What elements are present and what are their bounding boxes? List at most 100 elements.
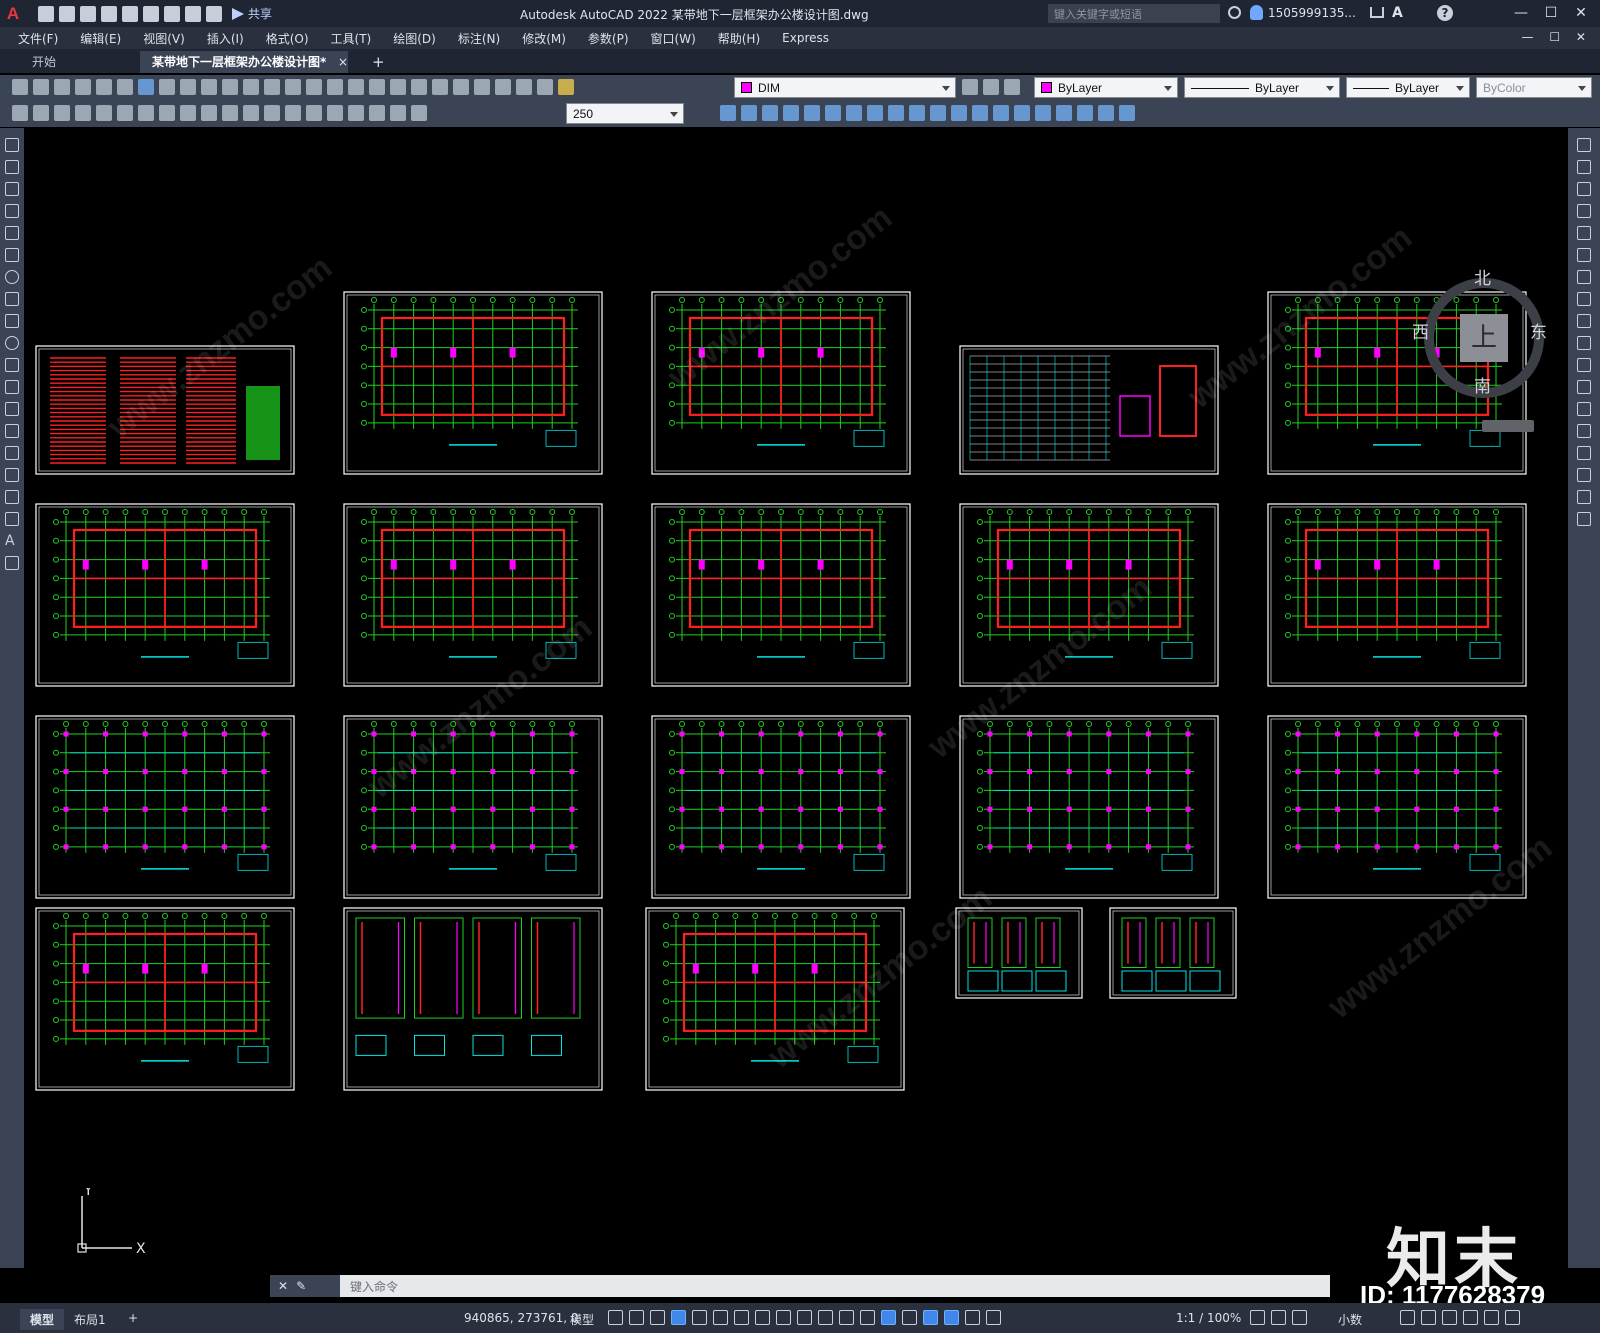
dim-update-icon[interactable]	[411, 105, 427, 121]
qnew-icon[interactable]	[12, 79, 28, 95]
modify-icon-5[interactable]	[804, 105, 820, 121]
modify-icon-16[interactable]	[1035, 105, 1051, 121]
menu-file[interactable]: 文件(F)	[18, 30, 58, 47]
cart-icon[interactable]	[1370, 7, 1384, 18]
modify-icon-10[interactable]	[909, 105, 925, 121]
user-icon[interactable]	[1250, 5, 1263, 20]
3d-osnap-icon[interactable]	[860, 1310, 875, 1325]
compass-south[interactable]: 南	[1474, 372, 1491, 397]
polyline-icon[interactable]	[5, 182, 19, 196]
array-icon[interactable]	[1577, 226, 1591, 240]
menu-parametric[interactable]: 参数(P)	[588, 30, 629, 47]
viewcube-top-face[interactable]: 上	[1460, 314, 1508, 362]
stretch-icon[interactable]	[1577, 314, 1591, 328]
minimize-button[interactable]: —	[1510, 3, 1532, 23]
hatch-icon[interactable]	[5, 446, 19, 460]
layer-properties-icon[interactable]	[537, 79, 553, 95]
modify-icon-4[interactable]	[783, 105, 799, 121]
trim-icon[interactable]	[1577, 336, 1591, 350]
modify-icon-6[interactable]	[825, 105, 841, 121]
fillet-icon[interactable]	[1577, 468, 1591, 482]
mirror-icon[interactable]	[1577, 182, 1591, 196]
explode-icon[interactable]	[1577, 512, 1591, 526]
spline-icon[interactable]	[5, 314, 19, 328]
wcs-menu[interactable]	[1482, 420, 1534, 432]
help-icon[interactable]: ?	[1437, 5, 1453, 21]
redo-icon[interactable]	[285, 79, 301, 95]
dim-space-icon[interactable]	[243, 105, 259, 121]
modify-icon-20[interactable]	[1119, 105, 1135, 121]
isolate-objects-icon[interactable]	[1442, 1310, 1457, 1325]
menu-view[interactable]: 视图(V)	[143, 30, 185, 47]
share-button[interactable]: 共享	[232, 5, 272, 22]
menu-express[interactable]: Express	[782, 31, 829, 45]
join-icon[interactable]	[1577, 424, 1591, 438]
save-web-icon[interactable]	[143, 5, 159, 22]
chamfer-icon[interactable]	[1577, 446, 1591, 460]
plotstyle-dropdown[interactable]: ByColor	[1476, 77, 1592, 98]
quick-properties-icon[interactable]	[1400, 1310, 1415, 1325]
selection-cycling-icon[interactable]	[839, 1310, 854, 1325]
customize-icon[interactable]	[1505, 1310, 1520, 1325]
inspection-icon[interactable]	[327, 105, 343, 121]
open-icon[interactable]	[59, 5, 75, 22]
modify-icon-11[interactable]	[930, 105, 946, 121]
compass-east[interactable]: 东	[1530, 318, 1547, 343]
modify-icon-18[interactable]	[1077, 105, 1093, 121]
dim-scale-dropdown[interactable]: 250	[566, 103, 684, 124]
blend-curves-icon[interactable]	[1577, 490, 1591, 504]
gizmo-icon[interactable]	[923, 1310, 938, 1325]
construction-line-icon[interactable]	[5, 160, 19, 174]
lineweight-dropdown[interactable]: ByLayer	[1346, 77, 1470, 98]
close-icon[interactable]: ✕	[278, 1279, 288, 1293]
save-icon[interactable]	[54, 79, 70, 95]
menu-format[interactable]: 格式(O)	[266, 30, 309, 47]
gradient-icon[interactable]	[5, 468, 19, 482]
point-icon[interactable]	[5, 424, 19, 438]
block-editor-icon[interactable]	[243, 79, 259, 95]
lock-ui-icon[interactable]	[1421, 1310, 1436, 1325]
ellipse-icon[interactable]	[5, 336, 19, 350]
annotation-monitor-icon[interactable]	[1271, 1310, 1286, 1325]
rotate-icon[interactable]	[1577, 270, 1591, 284]
insert-block-icon[interactable]	[5, 380, 19, 394]
paste-icon[interactable]	[201, 79, 217, 95]
match-properties-icon[interactable]	[222, 79, 238, 95]
properties-icon[interactable]	[390, 79, 406, 95]
menu-dimension[interactable]: 标注(N)	[458, 30, 500, 47]
zoom-realtime-icon[interactable]	[327, 79, 343, 95]
diameter-icon[interactable]	[138, 105, 154, 121]
dynamic-input-icon[interactable]	[671, 1310, 686, 1325]
autodesk-app-icon[interactable]: A	[1392, 5, 1403, 21]
grid-icon[interactable]	[608, 1310, 623, 1325]
dynamic-ucs-icon[interactable]	[881, 1310, 896, 1325]
make-current-icon[interactable]	[962, 79, 978, 95]
layer-match-icon[interactable]	[1004, 79, 1020, 95]
scale-icon[interactable]	[1577, 292, 1591, 306]
design-center-icon[interactable]	[411, 79, 427, 95]
workspace-gear-icon[interactable]	[1250, 1310, 1265, 1325]
snap-icon[interactable]	[629, 1310, 644, 1325]
polar-icon[interactable]	[713, 1310, 728, 1325]
tolerance-icon[interactable]	[285, 105, 301, 121]
modify-icon-1[interactable]	[720, 105, 736, 121]
pan-icon[interactable]	[306, 79, 322, 95]
layer-dropdown[interactable]: DIM	[734, 77, 956, 98]
user-name[interactable]: 1505999135...	[1268, 6, 1356, 20]
copy-icon[interactable]	[180, 79, 196, 95]
circle-icon[interactable]	[5, 270, 19, 284]
add-selected-icon[interactable]	[5, 556, 19, 570]
search-input[interactable]: 键入关键字或短语	[1048, 4, 1220, 23]
cut-icon[interactable]	[159, 79, 175, 95]
zoom-window-icon[interactable]	[348, 79, 364, 95]
menu-help[interactable]: 帮助(H)	[718, 30, 760, 47]
tab-drawing[interactable]: 某带地下一层框架办公楼设计图*	[140, 51, 348, 73]
menu-draw[interactable]: 绘图(D)	[393, 30, 436, 47]
infer-icon[interactable]	[650, 1310, 665, 1325]
redo-icon[interactable]	[206, 5, 222, 22]
open-icon[interactable]	[33, 79, 49, 95]
revision-cloud-icon[interactable]	[5, 292, 19, 306]
color-dropdown[interactable]: ByLayer	[1034, 77, 1178, 98]
polygon-icon[interactable]	[5, 204, 19, 218]
region-icon[interactable]	[5, 490, 19, 504]
